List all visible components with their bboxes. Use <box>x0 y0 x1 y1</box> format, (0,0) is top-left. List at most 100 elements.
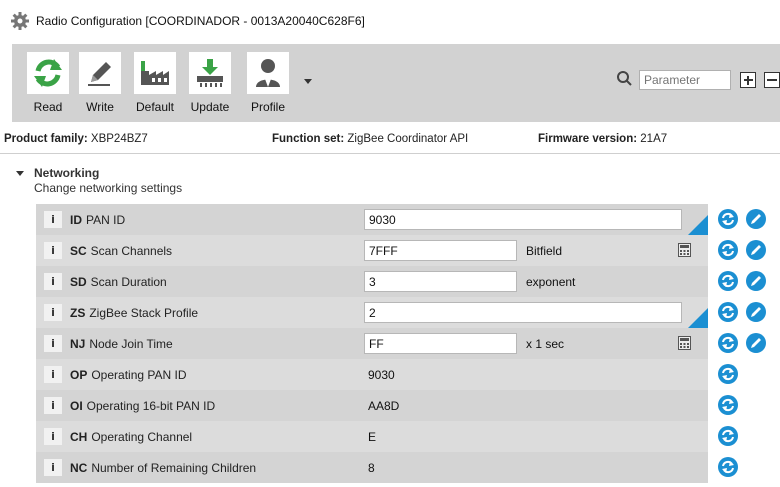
param-label: NC Number of Remaining Children <box>70 461 256 475</box>
param-code: SC <box>70 244 87 258</box>
param-name: Scan Duration <box>90 275 167 289</box>
param-code: CH <box>70 430 88 444</box>
pencil-icon <box>79 52 121 94</box>
param-row-id: i ID PAN ID <box>36 204 708 235</box>
param-label: SD Scan Duration <box>70 275 167 289</box>
refresh-icon[interactable] <box>718 333 738 353</box>
profile-button[interactable]: Profile <box>246 52 290 114</box>
param-unit: exponent <box>526 275 576 289</box>
param-value-input[interactable] <box>364 333 517 354</box>
collapse-arrow-icon[interactable] <box>16 171 24 176</box>
default-button[interactable]: Default <box>133 52 177 114</box>
search-icon <box>617 71 632 86</box>
param-label: ZS ZigBee Stack Profile <box>70 306 198 320</box>
param-name: PAN ID <box>86 213 126 227</box>
param-code: OI <box>70 399 83 413</box>
update-firmware-icon <box>189 52 231 94</box>
param-label: ID PAN ID <box>70 213 125 227</box>
toolbar: Read Write Default Update Profile Parame… <box>12 44 780 122</box>
function-set: Function set: ZigBee Coordinator API <box>272 133 469 145</box>
read-button[interactable]: Read <box>26 52 70 114</box>
param-name: Operating 16-bit PAN ID <box>86 399 216 413</box>
calculator-icon[interactable] <box>678 336 691 350</box>
search-input[interactable] <box>639 70 731 90</box>
refresh-icon[interactable] <box>718 240 738 260</box>
param-code: ID <box>70 213 82 227</box>
collapse-all-icon[interactable] <box>764 72 780 88</box>
info-icon[interactable]: i <box>44 273 62 290</box>
refresh-icon[interactable] <box>718 395 738 415</box>
param-row-sc: i SCScan Channels Bitfield <box>36 235 708 266</box>
section-subtitle: Change networking settings <box>34 181 183 195</box>
info-icon[interactable]: i <box>44 335 62 352</box>
param-unit: x 1 sec <box>526 337 565 351</box>
param-code: NJ <box>70 337 86 351</box>
refresh-icon[interactable] <box>718 209 738 229</box>
write-button[interactable]: Write <box>78 52 122 114</box>
modified-indicator-icon <box>688 308 708 328</box>
read-icon <box>27 52 69 94</box>
param-name: Operating Channel <box>91 430 193 444</box>
refresh-icon[interactable] <box>718 457 738 477</box>
refresh-icon[interactable] <box>718 426 738 446</box>
modified-indicator-icon <box>688 215 708 235</box>
param-value-input[interactable] <box>364 240 517 261</box>
param-value: 8 <box>368 461 375 475</box>
info-icon[interactable]: i <box>44 304 62 321</box>
param-name: Scan Channels <box>90 244 173 258</box>
refresh-icon[interactable] <box>718 302 738 322</box>
window-title: Radio Configuration [COORDINADOR - 0013A… <box>36 14 365 28</box>
profile-icon <box>247 52 289 94</box>
param-code: ZS <box>70 306 86 320</box>
gear-icon <box>11 12 29 30</box>
info-icon[interactable]: i <box>44 242 62 259</box>
param-row-zs: i ZS ZigBee Stack Profile <box>36 297 708 328</box>
param-value-input[interactable] <box>364 209 682 230</box>
title-bar: Radio Configuration [COORDINADOR - 0013A… <box>0 0 780 44</box>
update-button[interactable]: Update <box>188 52 232 114</box>
profile-label: Profile <box>250 100 285 114</box>
param-row-nc: i NC Number of Remaining Children 8 <box>36 452 708 483</box>
info-icon[interactable]: i <box>44 211 62 228</box>
param-label: OI Operating 16-bit PAN ID <box>70 399 215 413</box>
write-icon[interactable] <box>746 302 766 322</box>
param-row-oi: i OI Operating 16-bit PAN ID AA8D <box>36 390 708 421</box>
refresh-icon[interactable] <box>718 364 738 384</box>
param-row-sd: i SDScan Duration exponent <box>36 266 708 297</box>
section-title[interactable]: Networking <box>34 166 99 180</box>
expand-all-icon[interactable] <box>740 72 756 88</box>
profile-dropdown-icon[interactable] <box>304 79 312 84</box>
param-code: OP <box>70 368 88 382</box>
param-label: OP Operating PAN ID <box>70 368 187 382</box>
param-label: SC Scan Channels <box>70 244 172 258</box>
product-family: Product family: XBP24BZ7 <box>4 133 148 145</box>
param-code: NC <box>70 461 88 475</box>
param-name: Node Join Time <box>89 337 173 351</box>
param-value-input[interactable] <box>364 302 682 323</box>
param-row-op: i OP Operating PAN ID 9030 <box>36 359 708 390</box>
write-label: Write <box>86 100 114 114</box>
write-icon[interactable] <box>746 271 766 291</box>
info-icon[interactable]: i <box>44 459 62 476</box>
info-icon[interactable]: i <box>44 366 62 383</box>
factory-icon <box>134 52 176 94</box>
default-label: Default <box>135 100 175 114</box>
device-info-bar: Product family: XBP24BZ7 Function set: Z… <box>0 124 780 154</box>
refresh-icon[interactable] <box>718 271 738 291</box>
param-row-nj: i NJNode Join Time x 1 sec <box>36 328 708 359</box>
param-name: Number of Remaining Children <box>91 461 257 475</box>
param-value-input[interactable] <box>364 271 517 292</box>
calculator-icon[interactable] <box>678 243 691 257</box>
param-code: SD <box>70 275 87 289</box>
write-icon[interactable] <box>746 209 766 229</box>
info-icon[interactable]: i <box>44 428 62 445</box>
write-icon[interactable] <box>746 240 766 260</box>
update-label: Update <box>190 100 230 114</box>
param-label: CH Operating Channel <box>70 430 192 444</box>
param-value: 9030 <box>368 368 395 382</box>
param-name: Operating PAN ID <box>91 368 187 382</box>
info-icon[interactable]: i <box>44 397 62 414</box>
write-icon[interactable] <box>746 333 766 353</box>
param-value: E <box>368 430 377 444</box>
read-label: Read <box>33 100 63 114</box>
